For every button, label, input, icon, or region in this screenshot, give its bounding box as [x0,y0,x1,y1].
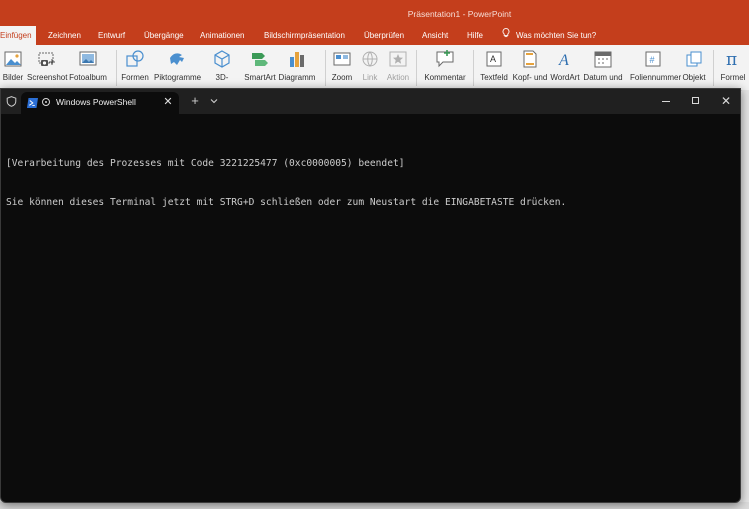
wordart-icon: A [558,52,569,69]
equation-icon: π [726,50,737,69]
ribbon-wordart-button[interactable]: A WordArt [550,45,579,90]
shapes-icon [126,50,144,67]
ribbon-chart-button[interactable]: Diagramm [279,45,315,90]
terminal-titlebar[interactable]: Windows PowerShell ✕ + ✕ [1,89,740,114]
ribbon-chart-label: Diagramm [278,73,316,82]
close-button[interactable]: ✕ [713,92,739,110]
ribbon-date-time-button[interactable]: Datum und [583,45,623,90]
ribbon-slide-number-label: Foliennummer [630,73,682,82]
svg-text:#: # [650,55,655,65]
tab-close-button[interactable]: ✕ [161,95,175,109]
chevron-down-icon[interactable] [207,94,221,108]
photo-album-icon [79,51,97,66]
powerpoint-ribbon-tabs: Einfügen Zeichnen Entwurf Übergänge Anim… [0,26,749,45]
ribbon-zoom-button[interactable]: Zoom [332,45,352,90]
terminal-line: [Verarbeitung des Prozesses mit Code 322… [6,158,405,169]
pictures-icon [4,51,22,67]
tab-hilfe[interactable]: Hilfe [467,26,483,45]
ribbon-pictures-button[interactable]: Bilder [2,45,24,90]
powerpoint-window-title: Präsentation1 - PowerPoint [407,9,512,19]
date-time-icon [594,51,612,68]
ribbon-textbox-button[interactable]: A Textfeld [480,45,508,90]
ribbon-header-footer-label: Kopf- und [512,73,548,82]
terminal-output[interactable]: [Verarbeitung des Prozesses mit Code 322… [6,131,732,235]
smartart-icon [252,53,268,66]
tab-zeichnen[interactable]: Zeichnen [48,26,81,45]
ribbon-comment-button[interactable]: Kommentar [424,45,466,90]
ribbon-separator [473,50,474,86]
svg-text:π: π [726,50,737,69]
tab-status-icon [42,98,50,106]
ribbon-comment-label: Kommentar [424,73,466,82]
tell-me-label: Was möchten Sie tun? [516,31,597,40]
ribbon-3d-models-label: 3D- [215,73,229,82]
tell-me-search[interactable]: Was möchten Sie tun? [502,26,596,45]
ribbon-wordart-label: WordArt [550,73,580,82]
ribbon-action-button[interactable]: Aktion [387,45,409,90]
admin-shield-icon [6,96,17,107]
maximize-button[interactable] [683,92,709,110]
minimize-button[interactable] [653,92,679,110]
object-icon [686,51,702,67]
comment-icon [436,50,454,68]
ribbon-separator [713,50,714,86]
new-tab-button[interactable]: + [188,93,202,109]
tab-bildschirmpraesentation[interactable]: Bildschirmpräsentation [264,26,345,45]
ribbon-pictures-label: Bilder [2,73,24,82]
ribbon-separator [116,50,117,86]
terminal-window[interactable]: Windows PowerShell ✕ + ✕ [Verarbeitung d… [0,88,741,503]
icons-icon [170,53,184,65]
ribbon-slide-number-button[interactable]: # Foliennummer [630,45,681,90]
textbox-icon: A [486,51,502,67]
terminal-line: Sie können dieses Terminal jetzt mit STR… [6,197,567,208]
ribbon-separator [416,50,417,86]
ribbon-action-label: Aktion [386,73,410,82]
ribbon-photo-album-label: Fotoalbum [69,73,107,82]
powerpoint-titlebar: Präsentation1 - PowerPoint [0,0,749,26]
tab-entwurf[interactable]: Entwurf [98,26,125,45]
ribbon-shapes-label: Formen [121,73,149,82]
ribbon-smartart-button[interactable]: SmartArt [244,45,276,90]
powerpoint-status-area [0,502,749,509]
tab-uebergaenge[interactable]: Übergänge [144,26,184,45]
screenshot-icon [38,52,55,66]
powershell-icon [27,98,38,108]
powerpoint-slide-area [742,90,749,509]
ribbon-equation-button[interactable]: π Formel [721,45,746,90]
ribbon-smartart-label: SmartArt [244,73,276,82]
tab-title: Windows PowerShell [56,97,136,107]
ribbon-textbox-label: Textfeld [480,73,508,82]
powerpoint-ribbon: Bilder Screenshot Fotoalbum Formen Pikto… [0,45,749,91]
tab-einfuegen[interactable]: Einfügen [0,26,36,45]
ribbon-header-footer-button[interactable]: Kopf- und [513,45,547,90]
tab-ueberpruefen[interactable]: Überprüfen [364,26,404,45]
ribbon-icons-button[interactable]: Piktogramme [154,45,201,90]
zoom-icon [333,52,351,66]
terminal-tab-powershell[interactable]: Windows PowerShell ✕ [21,92,179,114]
ribbon-date-time-label: Datum und [583,73,623,82]
action-icon [389,51,407,67]
ribbon-object-label: Objekt [682,73,706,82]
link-icon [362,51,378,67]
ribbon-object-button[interactable]: Objekt [682,45,706,90]
3d-models-icon [214,50,230,68]
ribbon-link-button[interactable]: Link [360,45,380,90]
chart-icon [290,52,304,67]
ribbon-equation-label: Formel [720,73,746,82]
svg-text:A: A [490,54,496,64]
ribbon-screenshot-button[interactable]: Screenshot [27,45,67,90]
ribbon-shapes-button[interactable]: Formen [121,45,149,90]
tab-animationen[interactable]: Animationen [200,26,244,45]
ribbon-screenshot-label: Screenshot [27,73,68,82]
lightbulb-icon [502,26,510,45]
ribbon-icons-label: Piktogramme [154,73,202,82]
tab-ansicht[interactable]: Ansicht [422,26,448,45]
svg-text:A: A [558,52,569,69]
ribbon-photo-album-button[interactable]: Fotoalbum [69,45,107,90]
ribbon-3d-models-button[interactable]: 3D- [212,45,232,90]
slide-number-icon: # [645,51,661,67]
header-footer-icon [523,50,537,68]
